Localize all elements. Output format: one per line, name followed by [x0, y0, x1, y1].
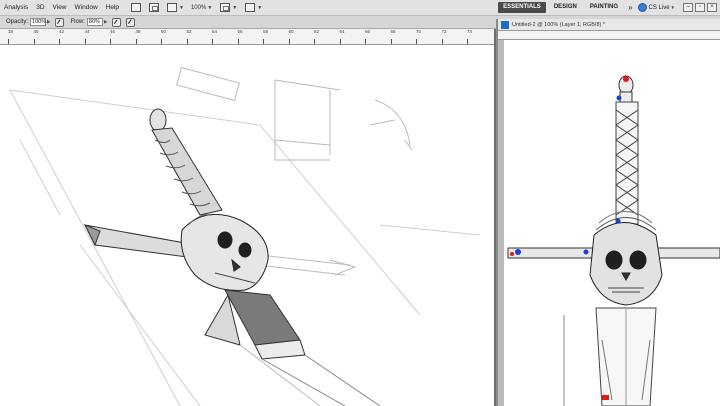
secondary-document-window: Untitled-2 @ 100% (Layer 1, RGB/8) *	[496, 19, 720, 406]
ruler-tick-label: 64	[339, 29, 345, 34]
workspace-essentials[interactable]: ESSENTIALS	[498, 2, 546, 13]
chevron-down-icon[interactable]: ▼	[207, 5, 212, 11]
ruler-tick-mark	[237, 39, 239, 44]
ruler-tick-label: 54	[212, 29, 218, 34]
ruler-tick-label: 66	[365, 29, 371, 34]
marker-red	[510, 252, 514, 256]
ruler-tick-mark	[339, 39, 341, 44]
ruler-tick-label: 44	[84, 29, 90, 34]
menu-bar: Analysis 3D View Window Help ▼ 100% ▼ ▼ …	[0, 0, 720, 16]
ruler-tick-label: 70	[416, 29, 422, 34]
ruler-tick-mark	[135, 39, 137, 44]
zoom-level[interactable]: 100%	[191, 5, 206, 11]
chevron-down-icon[interactable]: ▼	[232, 5, 237, 11]
main-canvas-window: 38 40 42 44 46 48 50 52 54 56 58 60 62 64 66 68 70 72 74	[0, 29, 494, 406]
ruler-tick-mark	[59, 39, 60, 44]
marker-blue	[616, 95, 622, 101]
ruler-tick-label: 72	[441, 29, 447, 34]
chevron-down-icon[interactable]: ▼	[257, 5, 262, 11]
ruler-tick-label: 62	[314, 29, 320, 34]
ruler-tick-label: 46	[110, 29, 116, 34]
screen-mode-icon[interactable]	[245, 3, 256, 12]
minimize-icon[interactable]: –	[683, 3, 693, 12]
photoshop-document-icon	[501, 20, 509, 29]
cs-live-menu[interactable]: CS Live ▼	[637, 3, 675, 12]
opacity-label: Opacity:	[6, 19, 29, 25]
ruler-tick-label: 68	[390, 29, 396, 34]
chevron-down-icon[interactable]: ▶	[47, 19, 50, 25]
ruler-tick-mark	[467, 39, 468, 44]
cs-live-icon	[637, 3, 647, 12]
front-view-sword-sketch[interactable]	[504, 40, 720, 406]
ruler-tick-mark	[186, 39, 188, 44]
ruler-tick-mark	[263, 39, 264, 44]
menu-analysis[interactable]: Analysis	[0, 0, 32, 16]
workspace-design[interactable]: DESIGN	[549, 2, 582, 13]
ruler-tick-mark	[288, 39, 290, 44]
marker-blue	[515, 249, 521, 255]
marker-blue	[615, 218, 621, 224]
ruler-tick-mark	[441, 39, 443, 44]
ruler-tick-mark	[84, 39, 86, 44]
close-icon[interactable]: ×	[707, 3, 717, 12]
flow-label: Flow:	[70, 19, 85, 25]
view-extras-icon[interactable]	[167, 3, 178, 12]
ruler-tick-mark	[110, 39, 111, 44]
workspace-painting[interactable]: PAINTING	[585, 2, 623, 13]
sword-sketch-canvas[interactable]	[0, 45, 494, 406]
menu-window[interactable]: Window	[71, 0, 102, 16]
ruler-tick-label: 42	[59, 29, 65, 34]
opacity-field[interactable]: 100%	[30, 18, 46, 26]
mini-bridge-icon[interactable]	[149, 3, 160, 12]
marker-red-blade	[602, 395, 609, 400]
cs-live-label: CS Live	[648, 4, 670, 11]
more-workspaces-icon[interactable]: »	[628, 3, 632, 12]
ruler-tick-label: 74	[467, 29, 473, 34]
pressure-size-icon[interactable]	[126, 17, 136, 27]
marker-red-top	[623, 76, 629, 82]
ruler-tick-label: 58	[263, 29, 269, 34]
horizontal-ruler[interactable]: 38 40 42 44 46 48 50 52 54 56 58 60 62 64 66 68 70 72 74	[0, 29, 494, 45]
marker-blue	[583, 249, 589, 255]
ruler-tick-mark	[212, 39, 213, 44]
ruler-tick-mark	[365, 39, 366, 44]
menu-help[interactable]: Help	[102, 0, 123, 16]
ruler-tick-label: 48	[135, 29, 141, 34]
ruler-tick-mark	[161, 39, 162, 44]
ruler-tick-label: 56	[237, 29, 243, 34]
pressure-opacity-icon[interactable]	[55, 17, 65, 27]
menu-view[interactable]: View	[49, 0, 71, 16]
ruler-tick-mark	[416, 39, 417, 44]
ruler-tick-label: 40	[33, 29, 39, 34]
ruler-tick-label: 52	[186, 29, 192, 34]
arrange-documents-icon[interactable]	[220, 3, 231, 12]
secondary-horizontal-ruler[interactable]	[498, 31, 720, 40]
chevron-down-icon[interactable]: ▶	[104, 19, 107, 25]
bridge-icon[interactable]	[131, 3, 142, 12]
chevron-down-icon: ▼	[670, 5, 675, 10]
secondary-canvas[interactable]	[504, 40, 720, 406]
ruler-tick-mark	[33, 39, 35, 44]
ruler-tick-label: 50	[161, 29, 167, 34]
ruler-tick-label: 60	[288, 29, 294, 34]
ruler-tick-mark	[8, 39, 9, 44]
ruler-tick-mark	[314, 39, 315, 44]
ruler-tick-label: 38	[8, 29, 14, 34]
chevron-down-icon[interactable]: ▼	[179, 5, 184, 11]
ruler-tick-mark	[390, 39, 392, 44]
document-tab[interactable]: Untitled-2 @ 100% (Layer 1, RGB/8) *	[498, 19, 720, 31]
menu-3d[interactable]: 3D	[32, 0, 48, 16]
airbrush-icon[interactable]	[112, 17, 122, 27]
flow-field[interactable]: 80%	[86, 18, 103, 26]
restore-icon[interactable]: ▫	[695, 3, 705, 12]
document-title: Untitled-2 @ 100% (Layer 1, RGB/8) *	[512, 21, 606, 28]
